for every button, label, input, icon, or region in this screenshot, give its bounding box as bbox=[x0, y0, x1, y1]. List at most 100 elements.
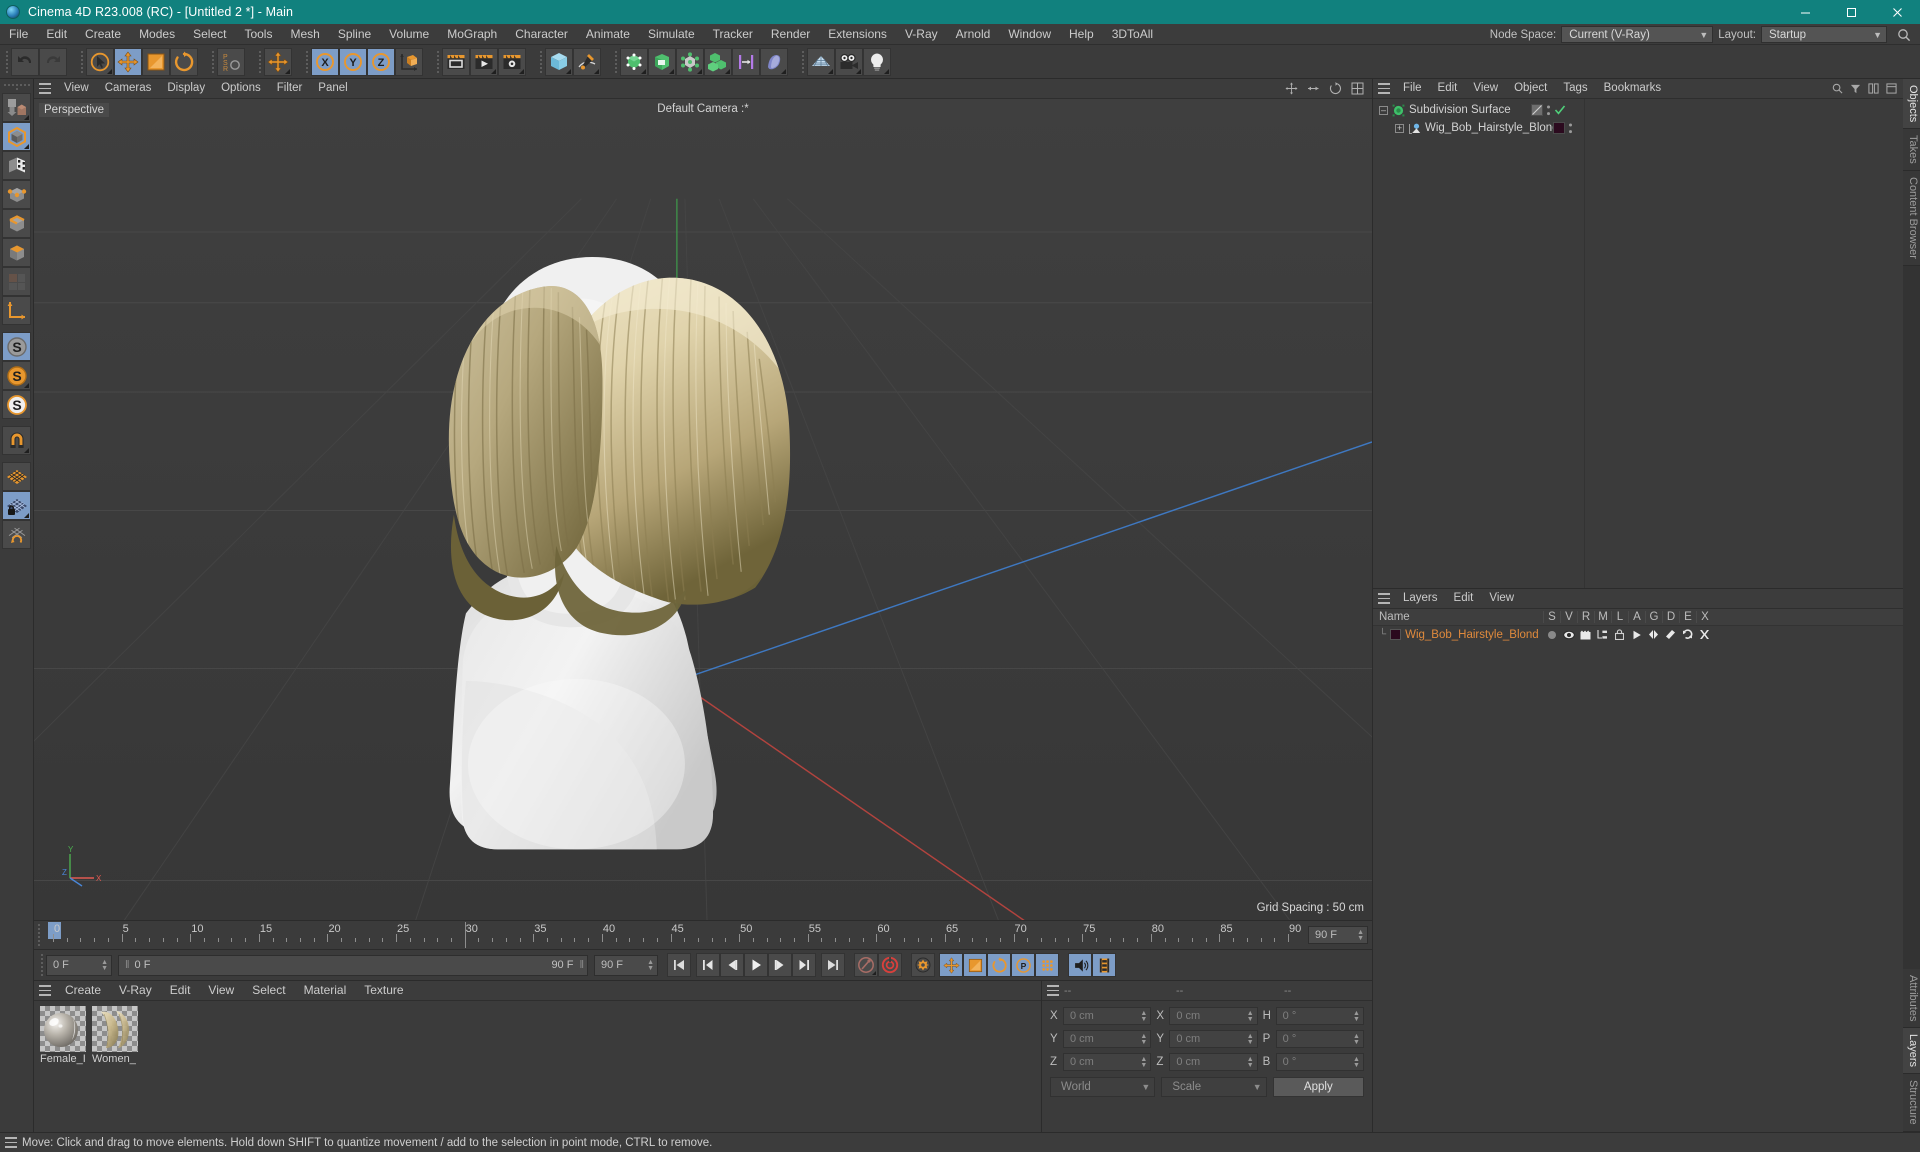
uv-mode-button[interactable] bbox=[2, 267, 31, 296]
display-tag-icon[interactable] bbox=[1531, 104, 1543, 116]
position-key-button[interactable] bbox=[939, 953, 963, 977]
preview-range-field[interactable]: ‖ 0 F 90 F ‖ bbox=[118, 954, 588, 976]
panel-menu-icon[interactable] bbox=[1886, 83, 1897, 94]
layer-menu-view[interactable]: View bbox=[1481, 588, 1522, 609]
object-menu-object[interactable]: Object bbox=[1506, 78, 1555, 99]
add-character-button[interactable] bbox=[760, 47, 788, 76]
menu-tools[interactable]: Tools bbox=[235, 24, 281, 45]
menu-spline[interactable]: Spline bbox=[329, 24, 380, 45]
viewport-solo-single-button[interactable]: S bbox=[2, 361, 31, 390]
viewport-menu-view[interactable]: View bbox=[56, 78, 97, 99]
viewport-menu-options[interactable]: Options bbox=[213, 78, 269, 99]
material-preview-female[interactable] bbox=[40, 1006, 86, 1052]
point-mode-button[interactable] bbox=[2, 180, 31, 209]
rotation-b-field[interactable]: 0 ° ▲ ▼ bbox=[1275, 1053, 1364, 1071]
toolbar-grip[interactable] bbox=[255, 48, 264, 76]
object-manager-empty-area[interactable] bbox=[1585, 99, 1903, 588]
render-view-button[interactable] bbox=[442, 47, 470, 76]
toolbar-grip[interactable] bbox=[2, 48, 11, 76]
viewport-menu-cameras[interactable]: Cameras bbox=[97, 78, 160, 99]
material-menu-view[interactable]: View bbox=[199, 980, 243, 1001]
add-cube-button[interactable] bbox=[545, 47, 573, 76]
viewport-menu-display[interactable]: Display bbox=[159, 78, 213, 99]
object-menu-bookmarks[interactable]: Bookmarks bbox=[1596, 78, 1670, 99]
material-tag-icon[interactable] bbox=[1553, 122, 1565, 134]
object-tree[interactable]: – Subdivision Surface + Wig_Bob_Hairstyl… bbox=[1373, 99, 1585, 588]
go-to-end-button[interactable] bbox=[821, 953, 845, 977]
layer-animation-toggle[interactable] bbox=[1628, 630, 1645, 640]
tab-content-browser[interactable]: Content Browser bbox=[1903, 171, 1920, 266]
maximize-button[interactable] bbox=[1828, 0, 1874, 24]
layer-solo-toggle[interactable] bbox=[1543, 630, 1560, 640]
tab-attributes[interactable]: Attributes bbox=[1903, 968, 1920, 1029]
psr-lock-button[interactable]: PSR bbox=[217, 47, 245, 76]
toolbar-grip[interactable] bbox=[798, 48, 807, 76]
spinner-icon[interactable]: ▲ ▼ bbox=[1132, 1010, 1147, 1023]
material-menu-select[interactable]: Select bbox=[243, 980, 294, 1001]
layout-select[interactable]: Startup ▼ bbox=[1761, 26, 1887, 43]
parameter-key-button[interactable]: P bbox=[1011, 953, 1035, 977]
rotate-button[interactable] bbox=[170, 47, 198, 76]
filter-icon[interactable] bbox=[1850, 83, 1861, 94]
toolbar-grip[interactable] bbox=[208, 48, 217, 76]
menu-mograph[interactable]: MoGraph bbox=[438, 24, 506, 45]
layer-color-swatch[interactable] bbox=[1390, 629, 1402, 640]
tab-structure[interactable]: Structure bbox=[1903, 1074, 1920, 1132]
viewport-3d[interactable]: Perspective Default Camera :* Grid Spaci… bbox=[34, 99, 1372, 920]
menu-mesh[interactable]: Mesh bbox=[281, 24, 328, 45]
menu-arnold[interactable]: Arnold bbox=[947, 24, 1000, 45]
material-menu-material[interactable]: Material bbox=[295, 980, 356, 1001]
add-deformer-button[interactable] bbox=[676, 47, 704, 76]
layer-menu-hamburger-icon[interactable] bbox=[1373, 589, 1395, 609]
record-active-objects-button[interactable] bbox=[854, 953, 878, 977]
add-light-button[interactable] bbox=[863, 47, 891, 76]
layer-expression-toggle[interactable] bbox=[1679, 629, 1696, 640]
tab-objects[interactable]: Objects bbox=[1903, 79, 1920, 130]
go-to-next-key-button[interactable] bbox=[792, 953, 816, 977]
document-end-frame-field[interactable]: 90 F ▲ ▼ bbox=[594, 954, 658, 976]
autokeying-button[interactable] bbox=[878, 953, 902, 977]
toolbar-grip[interactable] bbox=[536, 48, 545, 76]
object-row-subdivision-surface[interactable]: – Subdivision Surface bbox=[1373, 101, 1584, 119]
menu-volume[interactable]: Volume bbox=[380, 24, 438, 45]
live-selection-button[interactable] bbox=[86, 47, 114, 76]
menu-edit[interactable]: Edit bbox=[37, 24, 76, 45]
tab-takes[interactable]: Takes bbox=[1903, 129, 1920, 172]
spinner-icon[interactable]: ▲ ▼ bbox=[639, 959, 654, 972]
spinner-icon[interactable]: ▲ ▼ bbox=[1345, 1010, 1360, 1023]
size-x-field[interactable]: 0 cm ▲ ▼ bbox=[1169, 1007, 1258, 1025]
lock-x-button[interactable]: X bbox=[311, 47, 339, 76]
lock-y-button[interactable]: Y bbox=[339, 47, 367, 76]
layer-deformer-toggle[interactable] bbox=[1662, 629, 1679, 640]
go-to-previous-key-button[interactable] bbox=[696, 953, 720, 977]
material-menu-create[interactable]: Create bbox=[56, 980, 110, 1001]
texture-mode-button[interactable] bbox=[2, 151, 31, 180]
point-level-animation-button[interactable] bbox=[1035, 953, 1059, 977]
menu-modes[interactable]: Modes bbox=[130, 24, 184, 45]
planar-workplane-button[interactable] bbox=[2, 520, 31, 549]
play-sound-button[interactable] bbox=[1068, 953, 1092, 977]
spinner-icon[interactable]: ▲ ▼ bbox=[1345, 1033, 1360, 1046]
viewport-solo-hierarchy-button[interactable]: S bbox=[2, 390, 31, 419]
spinner-icon[interactable]: ▲ ▼ bbox=[1132, 1033, 1147, 1046]
layout-columns-icon[interactable] bbox=[1868, 83, 1879, 94]
spinner-icon[interactable]: ▲ ▼ bbox=[1345, 1056, 1360, 1069]
spinner-icon[interactable]: ▲ ▼ bbox=[93, 959, 108, 972]
object-row-wig-bob-hairstyle-blond[interactable]: + Wig_Bob_Hairstyle_Blond bbox=[1373, 119, 1584, 137]
size-y-field[interactable]: 0 cm ▲ ▼ bbox=[1169, 1030, 1258, 1048]
tab-layers[interactable]: Layers bbox=[1903, 1028, 1920, 1075]
toolbar-grip[interactable] bbox=[77, 48, 86, 76]
go-to-next-frame-button[interactable] bbox=[768, 953, 792, 977]
search-icon[interactable] bbox=[1832, 83, 1843, 94]
timeline-grip[interactable] bbox=[34, 921, 43, 949]
toolbar-grip[interactable] bbox=[302, 48, 311, 76]
menu-file[interactable]: File bbox=[0, 24, 37, 45]
render-to-picture-viewer-button[interactable] bbox=[470, 47, 498, 76]
node-space-select[interactable]: Current (V-Ray) ▼ bbox=[1561, 26, 1714, 43]
rotation-h-field[interactable]: 0 ° ▲ ▼ bbox=[1275, 1007, 1364, 1025]
expand-toggle-icon[interactable]: – bbox=[1379, 105, 1388, 115]
scale-button[interactable] bbox=[142, 47, 170, 76]
workplane-button[interactable] bbox=[2, 462, 31, 491]
menu-tracker[interactable]: Tracker bbox=[704, 24, 762, 45]
pan-view-icon[interactable] bbox=[1285, 82, 1298, 95]
